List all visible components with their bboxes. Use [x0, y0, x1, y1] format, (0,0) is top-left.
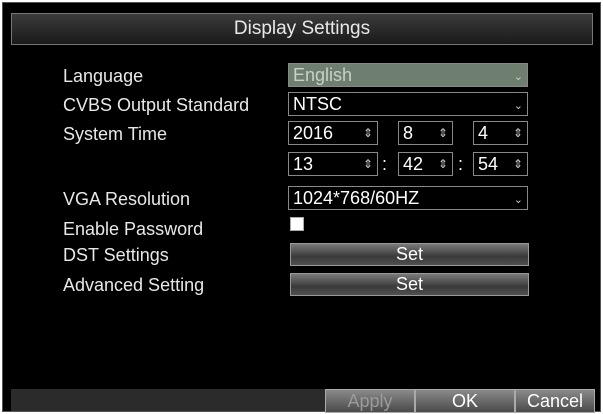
day-spinner[interactable]: 4 ⇕ [473, 121, 528, 145]
system-time-label: System Time [63, 124, 168, 144]
year-value: 2016 [293, 123, 334, 143]
dst-set-button[interactable]: Set [290, 243, 529, 266]
spinner-icon[interactable]: ⇕ [363, 153, 373, 175]
spinner-icon[interactable]: ⇕ [438, 122, 448, 144]
spinner-icon[interactable]: ⇕ [513, 153, 523, 175]
hour-spinner[interactable]: 13 ⇕ [288, 152, 378, 176]
apply-button[interactable]: Apply [325, 389, 415, 413]
month-spinner[interactable]: 8 ⇕ [398, 121, 453, 145]
spinner-icon[interactable]: ⇕ [438, 153, 448, 175]
cvbs-value: NTSC [293, 94, 342, 114]
vga-label: VGA Resolution [63, 189, 191, 209]
month-value: 8 [403, 123, 414, 143]
ok-button[interactable]: OK [415, 389, 515, 413]
cancel-button[interactable]: Cancel [515, 389, 595, 413]
spinner-icon[interactable]: ⇕ [363, 122, 373, 144]
enable-password-checkbox[interactable] [290, 217, 304, 231]
chevron-down-icon: ⌄ [513, 100, 523, 112]
language-select: English ⌄ [288, 63, 528, 87]
advanced-label: Advanced Setting [63, 275, 205, 295]
chevron-down-icon: ⌄ [513, 194, 523, 206]
display-settings-dialog: Display Settings Language English ⌄ CVBS… [2, 2, 601, 413]
language-value: English [293, 65, 353, 85]
cvbs-label: CVBS Output Standard [63, 95, 250, 115]
hour-value: 13 [293, 154, 314, 174]
dialog-title: Display Settings [11, 13, 593, 45]
day-value: 4 [478, 123, 489, 143]
vga-value: 1024*768/60HZ [293, 188, 420, 208]
minute-spinner[interactable]: 42 ⇕ [398, 152, 453, 176]
second-value: 54 [478, 154, 499, 174]
year-spinner[interactable]: 2016 ⇕ [288, 121, 378, 145]
dst-label: DST Settings [63, 245, 169, 265]
vga-select[interactable]: 1024*768/60HZ ⌄ [288, 186, 528, 210]
minute-value: 42 [403, 154, 424, 174]
chevron-down-icon: ⌄ [513, 71, 523, 83]
second-spinner[interactable]: 54 ⇕ [473, 152, 528, 176]
password-label: Enable Password [63, 219, 204, 239]
language-label: Language [63, 66, 144, 86]
advanced-set-button[interactable]: Set [290, 273, 529, 296]
time-separator: : [458, 154, 464, 174]
cvbs-select[interactable]: NTSC ⌄ [288, 92, 528, 116]
spinner-icon[interactable]: ⇕ [513, 122, 523, 144]
time-separator: : [382, 154, 388, 174]
